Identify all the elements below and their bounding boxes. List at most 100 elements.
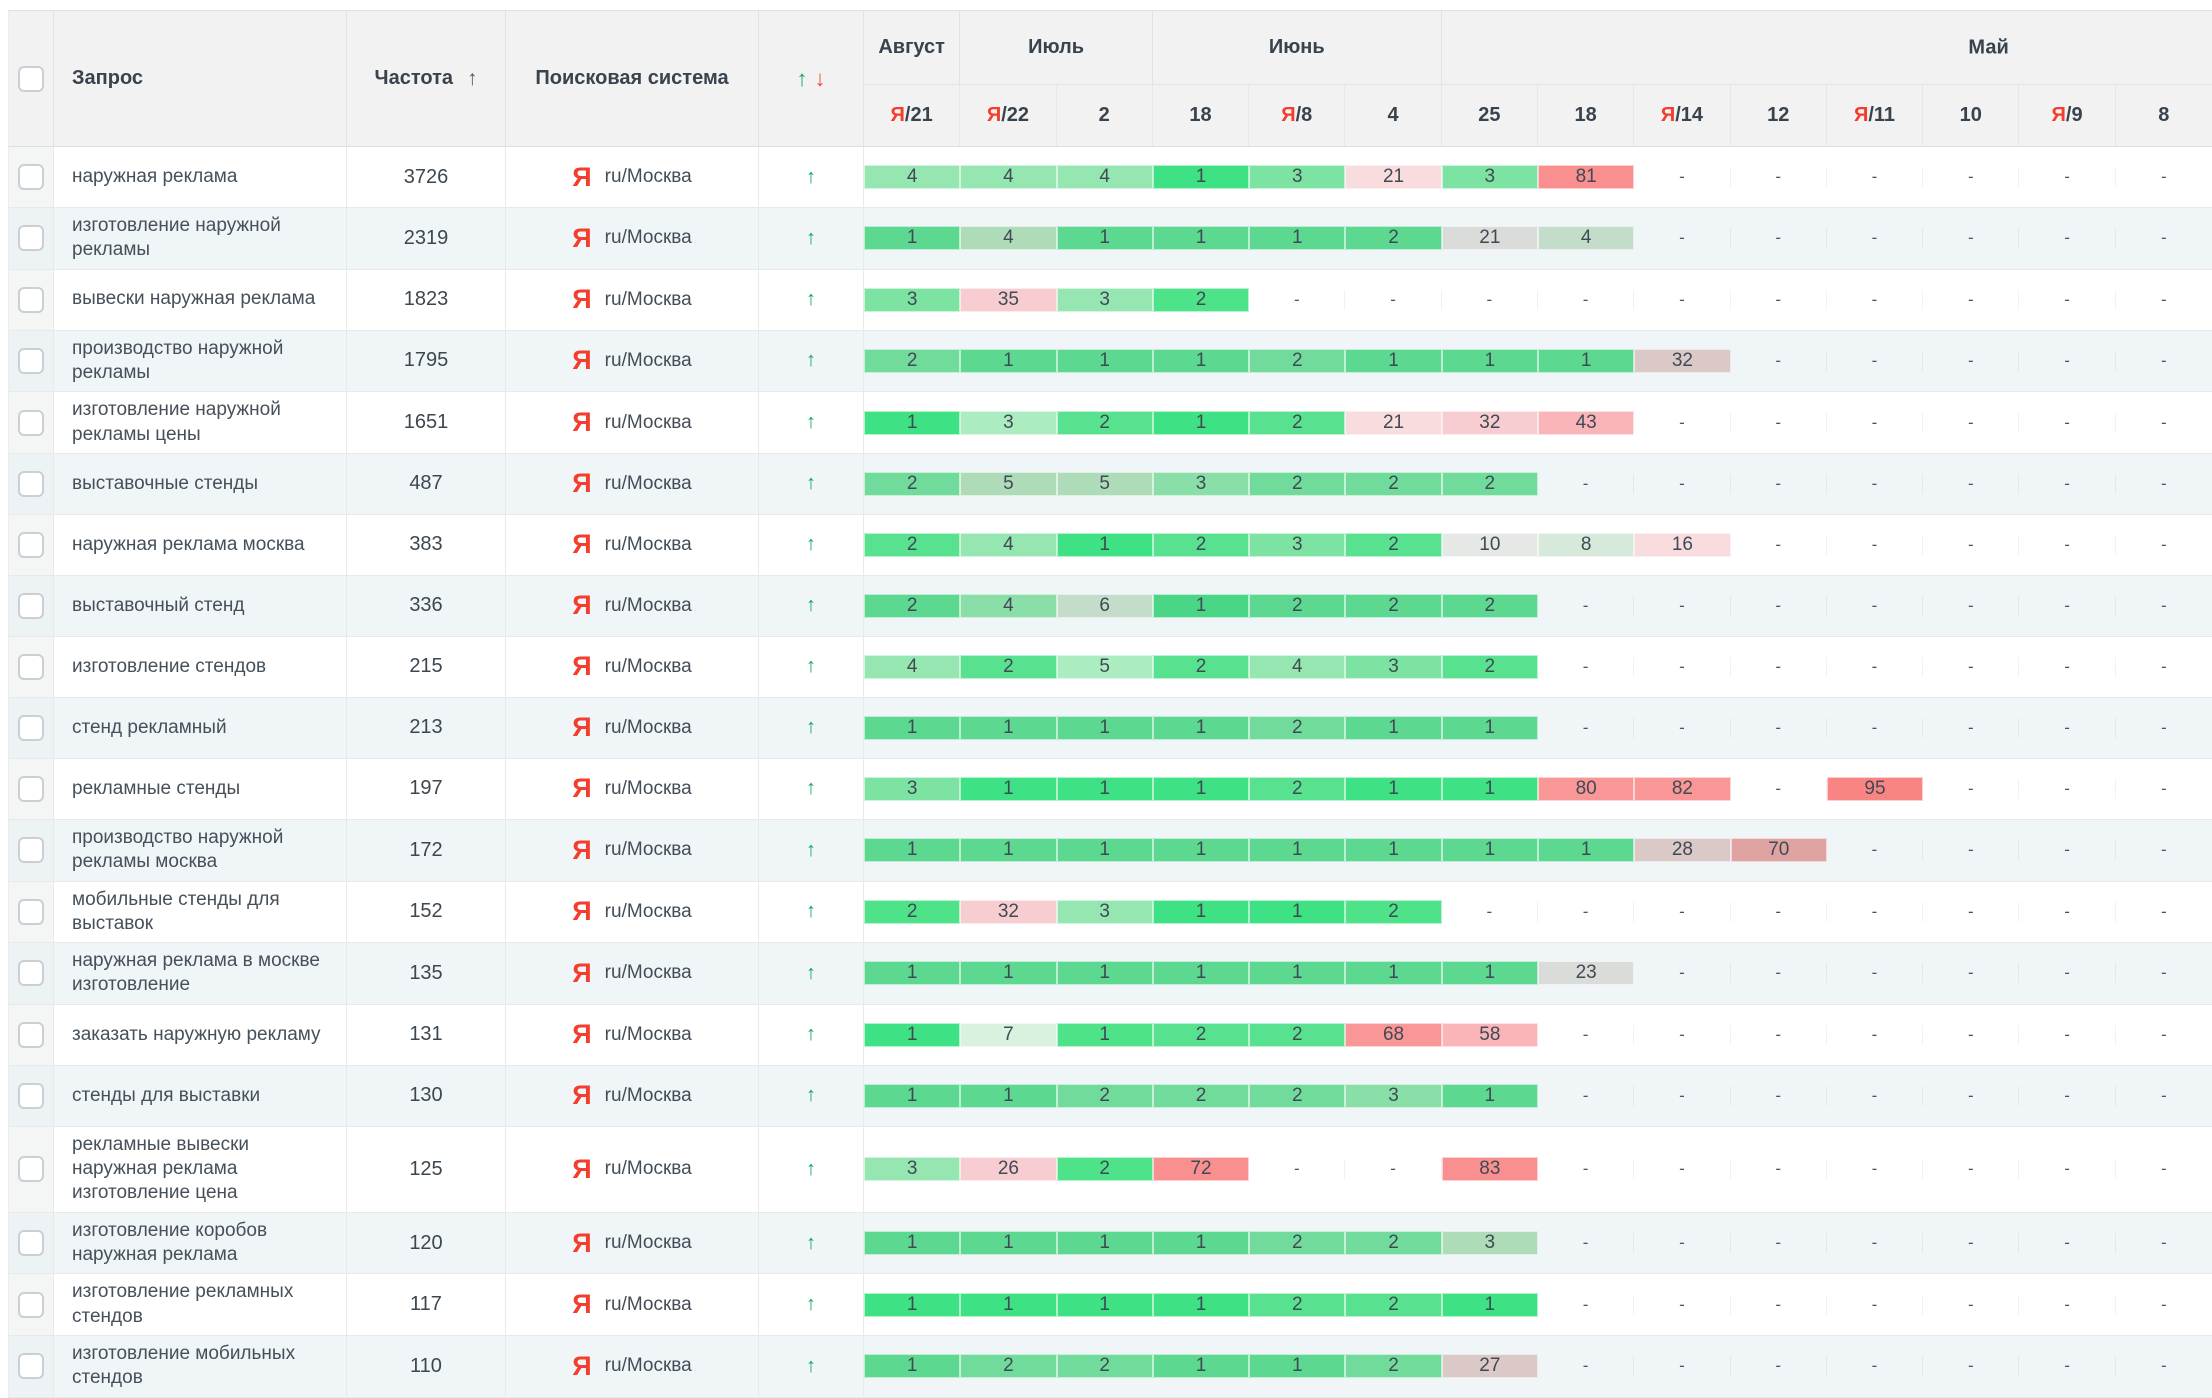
yandex-update-icon: Я	[2052, 104, 2066, 127]
row-checkbox[interactable]	[18, 837, 44, 863]
month-group-Май: Май	[1442, 11, 2212, 84]
table-row: выставочный стенд336Яru/Москва↑2461222--…	[9, 576, 2212, 637]
empty-position-cell: -	[2019, 840, 2115, 860]
empty-position-cell: -	[1923, 840, 2019, 860]
query-cell: изготовление наружной рекламы цены	[54, 392, 347, 453]
position-cells: 2461222-------	[864, 576, 2212, 636]
month-label: Август	[878, 36, 945, 59]
yandex-icon: Я	[572, 529, 591, 560]
row-checkbox[interactable]	[18, 471, 44, 497]
position-cell: 1	[960, 1293, 1056, 1317]
frequency-cell: 336	[347, 576, 506, 636]
trend-down-icon[interactable]: ↓	[815, 66, 826, 92]
position-cell: 4	[1538, 226, 1634, 250]
table-row: изготовление рекламных стендов117Яru/Мос…	[9, 1274, 2212, 1336]
position-cells: 111111112870----	[864, 820, 2212, 881]
row-checkbox[interactable]	[18, 899, 44, 925]
query-cell: мобильные стенды для выставок	[54, 882, 347, 943]
row-checkbox[interactable]	[18, 348, 44, 374]
empty-position-cell: -	[1634, 1086, 1730, 1106]
empty-position-cell: -	[1827, 228, 1923, 248]
position-cell: 4	[960, 533, 1056, 557]
row-checkbox[interactable]	[18, 532, 44, 558]
row-checkbox[interactable]	[18, 1022, 44, 1048]
row-checkbox[interactable]	[18, 410, 44, 436]
row-checkbox[interactable]	[18, 654, 44, 680]
position-cells: 1122231-------	[864, 1066, 2212, 1126]
select-all-checkbox[interactable]	[18, 66, 44, 92]
empty-position-cell: -	[1923, 1233, 2019, 1253]
position-cell: 2	[1345, 900, 1441, 924]
column-header-frequency[interactable]: Частота ↑	[347, 11, 506, 146]
date-column-header[interactable]: 18	[1538, 85, 1634, 146]
yandex-icon: Я	[572, 1228, 591, 1259]
empty-position-cell: -	[2019, 902, 2115, 922]
region-label: ru/Москва	[605, 289, 692, 311]
position-cell: 32	[1634, 349, 1730, 373]
row-checkbox[interactable]	[18, 1292, 44, 1318]
yandex-icon: Я	[572, 835, 591, 866]
trend-cell: ↑	[759, 820, 864, 881]
row-checkbox[interactable]	[18, 164, 44, 190]
position-cell: 2	[864, 472, 960, 496]
search-engine-cell: Яru/Москва	[506, 576, 759, 636]
position-cell: 1	[1345, 838, 1441, 862]
trend-up-arrow: ↑	[806, 349, 816, 372]
row-checkbox[interactable]	[18, 1156, 44, 1182]
date-column-header[interactable]: 18	[1153, 85, 1249, 146]
position-cell: 2	[1249, 1023, 1345, 1047]
position-cell: 23	[1538, 961, 1634, 985]
date-column-header[interactable]: Я/22	[960, 85, 1056, 146]
date-column-header[interactable]: Я/21	[864, 85, 960, 146]
position-cell: 3	[960, 411, 1056, 435]
position-cell: 16	[1634, 533, 1730, 557]
empty-position-cell: -	[1731, 1159, 1827, 1179]
position-cell: 2	[1249, 349, 1345, 373]
yandex-icon: Я	[572, 407, 591, 438]
empty-position-cell: -	[1923, 657, 2019, 677]
empty-position-cell: -	[1923, 351, 2019, 371]
date-column-header[interactable]: Я/11	[1827, 85, 1923, 146]
position-cell: 3	[864, 777, 960, 801]
row-checkbox[interactable]	[18, 715, 44, 741]
region-label: ru/Москва	[605, 595, 692, 617]
search-engine-column-label: Поисковая система	[535, 66, 728, 91]
search-engine-cell: Яru/Москва	[506, 515, 759, 575]
frequency-cell: 152	[347, 882, 506, 943]
position-cell: 8	[1538, 533, 1634, 557]
empty-position-cell: -	[1827, 413, 1923, 433]
table-row: вывески наружная реклама1823Яru/Москва↑3…	[9, 270, 2212, 331]
row-checkbox[interactable]	[18, 776, 44, 802]
sort-ascending-icon[interactable]: ↑	[467, 67, 478, 91]
row-checkbox[interactable]	[18, 287, 44, 313]
row-checkbox[interactable]	[18, 960, 44, 986]
date-column-header[interactable]: 25	[1442, 85, 1538, 146]
empty-position-cell: -	[1634, 413, 1730, 433]
table-row: наружная реклама в москве изготовление13…	[9, 943, 2212, 1005]
position-cell: 4	[1057, 165, 1153, 189]
empty-position-cell: -	[1827, 657, 1923, 677]
row-checkbox[interactable]	[18, 1353, 44, 1379]
position-cells: 12211227-------	[864, 1336, 2212, 1397]
date-column-header[interactable]: Я/9	[2019, 85, 2115, 146]
position-cell: 72	[1153, 1157, 1249, 1181]
position-cell: 21	[1345, 165, 1441, 189]
table-row: наружная реклама москва383Яru/Москва↑241…	[9, 515, 2212, 576]
row-checkbox[interactable]	[18, 1230, 44, 1256]
position-cell: 1	[1153, 1354, 1249, 1378]
column-header-trend-filter[interactable]: ↑ ↓	[759, 11, 864, 146]
row-checkbox[interactable]	[18, 225, 44, 251]
row-checkbox-cell	[9, 1336, 54, 1397]
trend-up-icon[interactable]: ↑	[797, 66, 808, 92]
row-checkbox[interactable]	[18, 1083, 44, 1109]
date-column-header[interactable]: 8	[2116, 85, 2212, 146]
date-column-header[interactable]: Я/14	[1634, 85, 1730, 146]
date-column-header[interactable]: 4	[1345, 85, 1441, 146]
date-column-header[interactable]: 10	[1923, 85, 2019, 146]
empty-position-cell: -	[2019, 1356, 2115, 1376]
date-column-header[interactable]: 2	[1057, 85, 1153, 146]
position-cell: 1	[1153, 777, 1249, 801]
date-column-header[interactable]: 12	[1731, 85, 1827, 146]
row-checkbox[interactable]	[18, 593, 44, 619]
date-column-header[interactable]: Я/8	[1249, 85, 1345, 146]
